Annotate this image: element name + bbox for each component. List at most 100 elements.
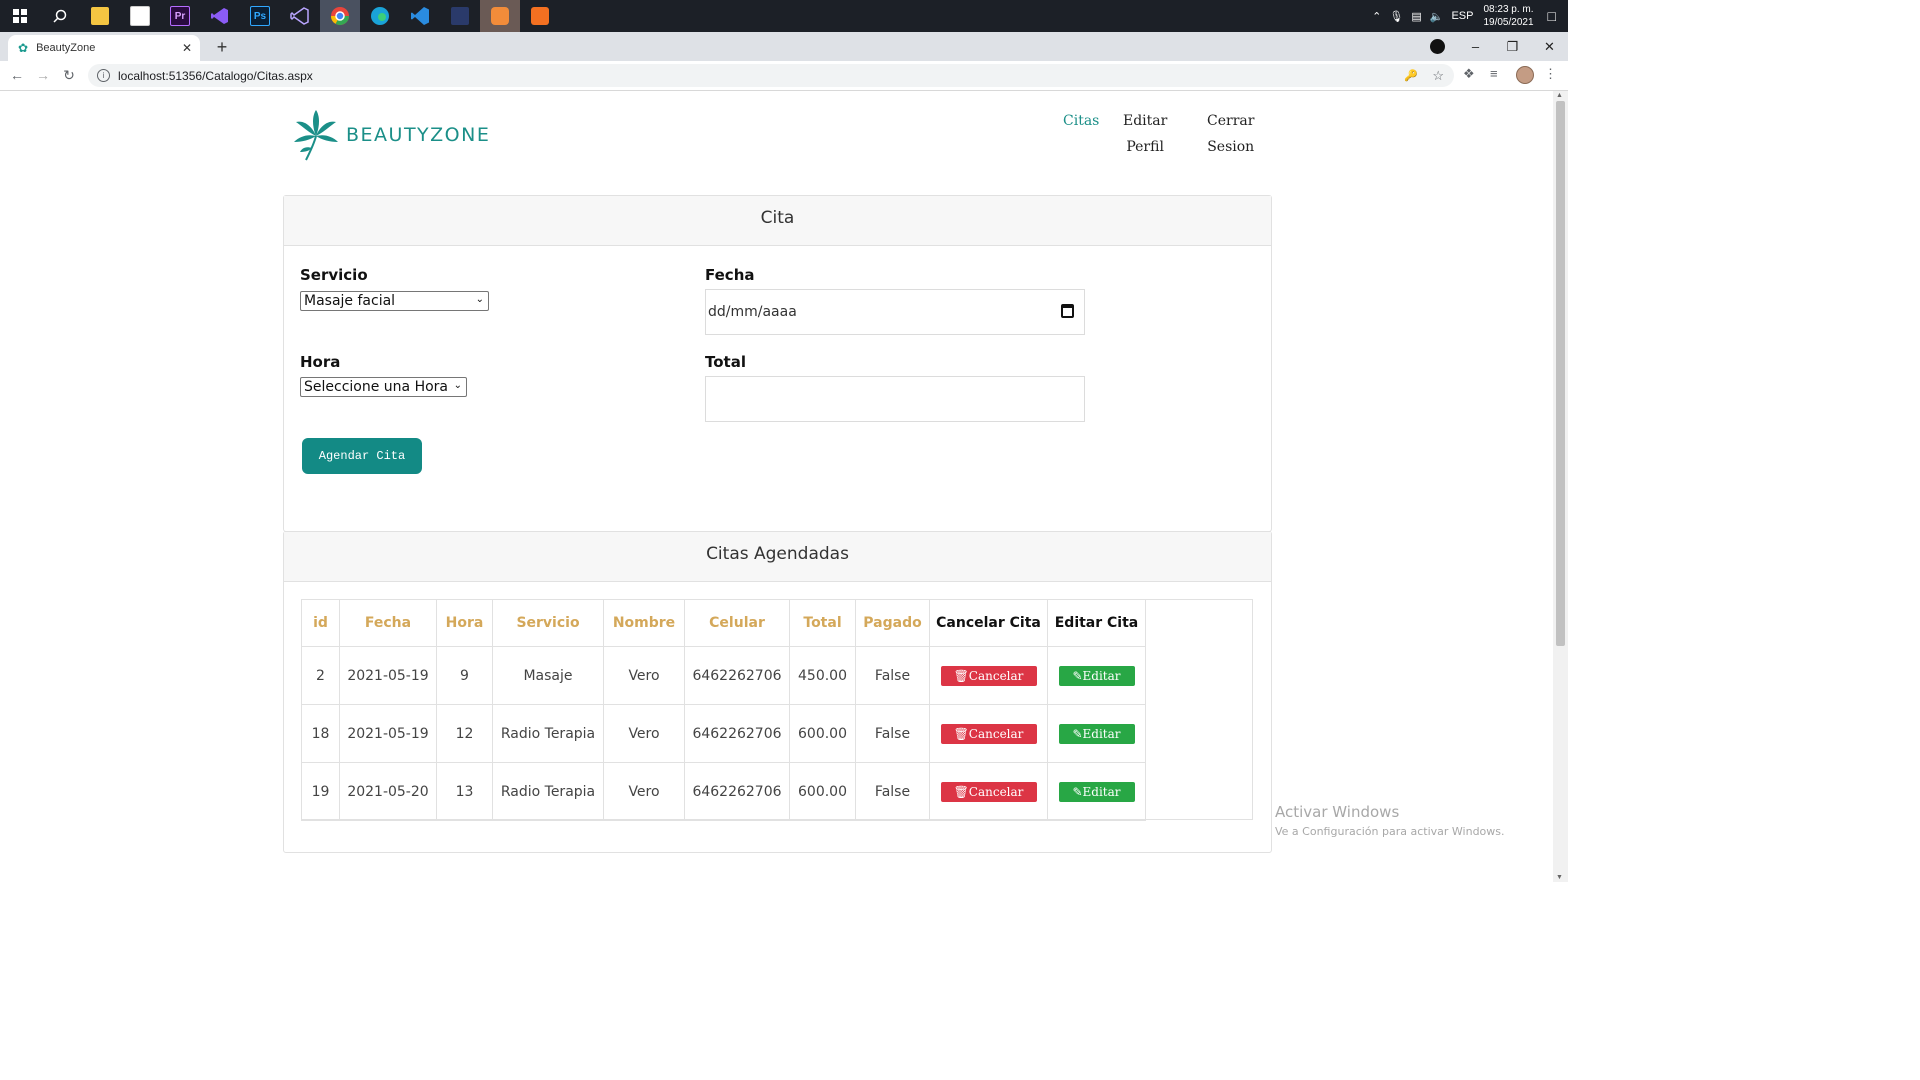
cell-editar: ✎Editar — [1047, 762, 1146, 821]
close-window-icon[interactable]: ✕ — [1531, 39, 1568, 55]
agendar-cita-button[interactable]: Agendar Cita — [302, 438, 422, 474]
hora-select[interactable]: Seleccione una Hora ⌄ — [300, 377, 467, 397]
cell-cancelar: 🗑Cancelar — [929, 704, 1048, 763]
servicio-selected-value: Masaje facial — [304, 293, 396, 309]
key-icon[interactable]: 🔑 — [1404, 69, 1418, 82]
watermark-title: Activar Windows — [1275, 803, 1400, 821]
store-icon[interactable] — [120, 0, 160, 32]
cell-nombre: Vero — [603, 762, 685, 821]
cell-fecha: 2021-05-20 — [339, 762, 437, 821]
visual-studio-icon[interactable] — [200, 0, 240, 32]
profile-indicator-icon[interactable] — [1430, 39, 1445, 54]
site-info-icon[interactable]: i — [97, 69, 110, 82]
game-icon[interactable] — [440, 0, 480, 32]
cell-id: 19 — [301, 762, 340, 821]
cell-pagado: False — [855, 762, 930, 821]
back-icon[interactable]: ← — [7, 65, 27, 85]
browser-toolbar: ← → ↻ i localhost:51356/Catalogo/Citas.a… — [0, 61, 1568, 91]
edit-button[interactable]: ✎Editar — [1058, 781, 1135, 802]
premiere-icon[interactable]: Pr — [160, 0, 200, 32]
col-total: Total — [789, 599, 856, 647]
scroll-up-icon[interactable]: ▲ — [1556, 92, 1563, 99]
cell-pagado: False — [855, 646, 930, 705]
reload-icon[interactable]: ↻ — [59, 65, 79, 85]
edit-icon: ✎ — [1072, 668, 1083, 683]
cancel-button[interactable]: 🗑Cancelar — [940, 723, 1037, 744]
cell-servicio: Radio Terapia — [492, 762, 604, 821]
cancel-button[interactable]: 🗑Cancelar — [940, 781, 1037, 802]
col-id: id — [301, 599, 340, 647]
table-row: 2 2021-05-19 9 Masaje Vero 6462262706 45… — [301, 646, 1146, 705]
user-avatar[interactable] — [1516, 66, 1534, 84]
search-icon[interactable] — [40, 0, 80, 32]
microphone-icon[interactable]: 🎙 — [1389, 10, 1403, 23]
new-tab-button[interactable]: + — [212, 37, 232, 57]
lotus-logo-icon — [294, 110, 338, 161]
chevron-up-icon[interactable]: ⌃ — [1372, 10, 1381, 23]
scroll-down-icon[interactable]: ▼ — [1556, 874, 1563, 881]
clock[interactable]: 08:23 p. m. 19/05/2021 — [1483, 3, 1533, 29]
cell-hora: 9 — [436, 646, 493, 705]
visual-studio-2-icon[interactable] — [280, 0, 320, 32]
network-icon[interactable]: ▤ — [1411, 10, 1421, 23]
appointments-table: id Fecha Hora Servicio Nombre Celular To… — [301, 599, 1146, 821]
col-pagado: Pagado — [855, 599, 930, 647]
nav-citas[interactable]: Citas — [1063, 108, 1099, 134]
fecha-label: Fecha — [705, 266, 755, 284]
watermark-subtitle: Ve a Configuración para activar Windows. — [1275, 825, 1505, 838]
minimize-icon[interactable]: – — [1457, 39, 1494, 54]
cell-celular: 6462262706 — [684, 646, 790, 705]
page-scrollbar[interactable]: ▲ ▼ — [1553, 91, 1568, 882]
browser-tab[interactable]: ✿ BeautyZone ✕ — [8, 35, 200, 61]
nav-editar-perfil-line2: Perfil — [1126, 139, 1164, 155]
extensions-icon[interactable]: ❖ — [1463, 66, 1475, 82]
total-input[interactable] — [705, 376, 1085, 422]
servicio-select[interactable]: Masaje facial ⌄ — [300, 291, 489, 311]
nav-editar-perfil[interactable]: Editar Perfil — [1123, 108, 1167, 160]
file-explorer-icon[interactable] — [80, 0, 120, 32]
restore-icon[interactable]: ❐ — [1494, 39, 1531, 55]
cell-id: 18 — [301, 704, 340, 763]
edit-button[interactable]: ✎Editar — [1058, 723, 1135, 744]
calendar-icon[interactable] — [1061, 304, 1074, 318]
system-tray: ⌃ 🎙 ▤ 🔈 ESP 08:23 p. m. 19/05/2021 □ — [1364, 0, 1568, 32]
close-tab-icon[interactable]: ✕ — [182, 41, 192, 55]
cell-servicio: Masaje — [492, 646, 604, 705]
nav-cerrar-sesion-line1: Cerrar — [1207, 113, 1255, 129]
cell-cancelar: 🗑Cancelar — [929, 762, 1048, 821]
windows-start-icon[interactable] — [0, 0, 40, 32]
notifications-icon[interactable]: □ — [1548, 8, 1556, 24]
volume-icon[interactable]: 🔈 — [1430, 10, 1444, 23]
clock-date: 19/05/2021 — [1483, 17, 1534, 28]
cancel-button-label: Cancelar — [968, 726, 1024, 741]
browser-menu-icon[interactable]: ⋮ — [1544, 66, 1557, 82]
hora-selected-value: Seleccione una Hora — [304, 379, 448, 395]
tab-title: BeautyZone — [36, 42, 96, 54]
forward-icon[interactable]: → — [33, 65, 53, 85]
vscode-icon[interactable] — [400, 0, 440, 32]
edit-button[interactable]: ✎Editar — [1058, 665, 1135, 686]
fecha-date-input[interactable]: dd/mm/aaaa — [705, 289, 1085, 335]
language-indicator[interactable]: ESP — [1451, 10, 1473, 22]
cell-nombre: Vero — [603, 704, 685, 763]
cell-cancelar: 🗑Cancelar — [929, 646, 1048, 705]
col-nombre: Nombre — [603, 599, 685, 647]
chrome-icon[interactable] — [320, 0, 360, 32]
nav-cerrar-sesion[interactable]: Cerrar Sesion — [1207, 108, 1254, 160]
cell-editar: ✎Editar — [1047, 704, 1146, 763]
address-bar[interactable]: i localhost:51356/Catalogo/Citas.aspx 🔑 … — [88, 64, 1454, 87]
bookmark-star-icon[interactable]: ☆ — [1432, 68, 1444, 84]
scrollbar-thumb[interactable] — [1556, 101, 1565, 646]
reading-list-icon[interactable]: ≡ — [1490, 66, 1498, 81]
col-cancelar-cita: Cancelar Cita — [929, 599, 1048, 647]
brand-name: BEAUTYZONE — [346, 124, 491, 146]
table-header-row: id Fecha Hora Servicio Nombre Celular To… — [301, 599, 1146, 647]
table-row: 19 2021-05-20 13 Radio Terapia Vero 6462… — [301, 762, 1146, 821]
discord-icon[interactable] — [480, 0, 520, 32]
cancel-button[interactable]: 🗑Cancelar — [940, 665, 1037, 686]
cancel-button-label: Cancelar — [968, 784, 1024, 799]
photoshop-icon[interactable]: Ps — [240, 0, 280, 32]
edge-icon[interactable] — [360, 0, 400, 32]
brand-logo[interactable]: BEAUTYZONE — [292, 108, 490, 162]
xampp-icon[interactable] — [520, 0, 560, 32]
